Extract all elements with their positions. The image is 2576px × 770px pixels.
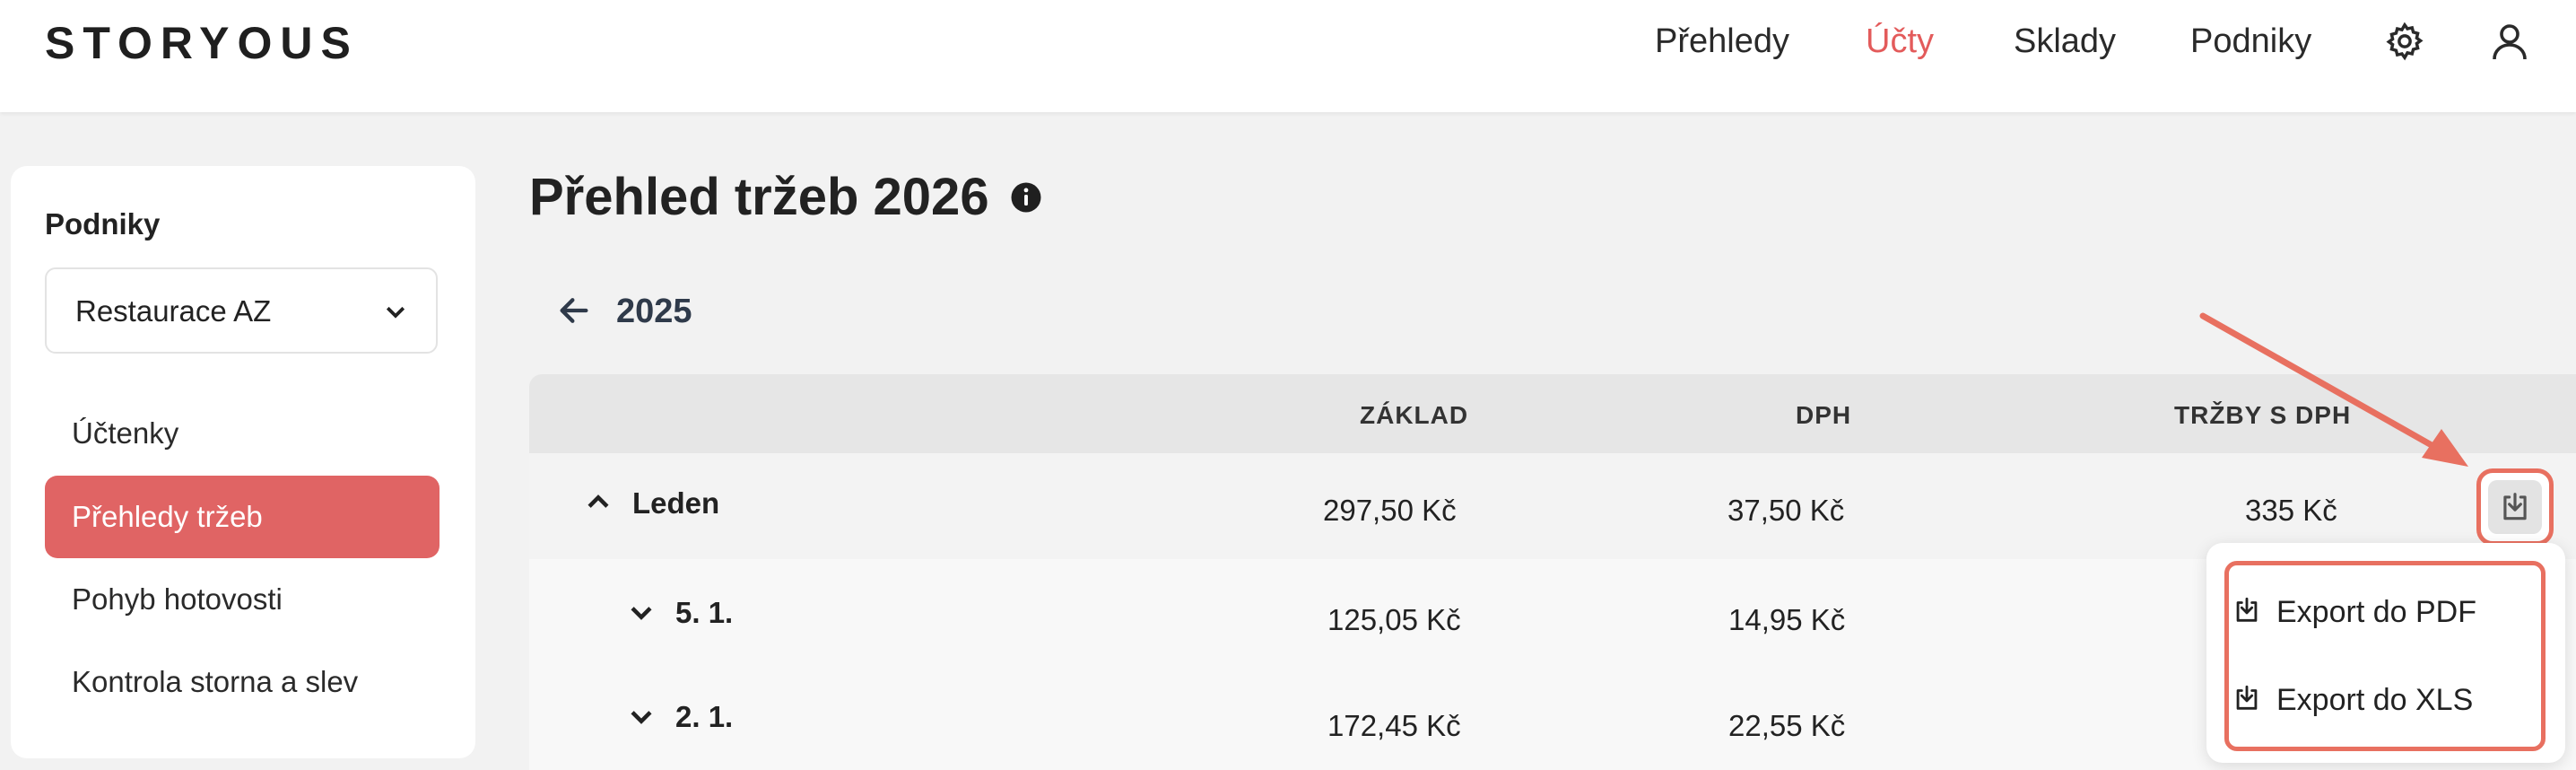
nav-item-podniky[interactable]: Podniky — [2190, 20, 2311, 63]
logo[interactable]: STORYOUS — [45, 16, 359, 70]
prev-year-label[interactable]: 2025 — [616, 289, 692, 334]
venue-select-value: Restaurace AZ — [75, 294, 272, 328]
gear-icon[interactable] — [2380, 16, 2430, 66]
download-icon — [2488, 480, 2542, 534]
nav-item-sklady[interactable]: Sklady — [2014, 20, 2116, 63]
chevron-up-icon[interactable] — [583, 487, 614, 522]
chevron-down-icon[interactable] — [626, 701, 657, 736]
row-label: 5. 1. — [675, 596, 734, 629]
sidebar-item-uctenky[interactable]: Účtenky — [45, 392, 439, 475]
download-icon — [2232, 595, 2262, 630]
chevron-down-icon[interactable] — [626, 597, 657, 632]
sidebar: Podniky Restaurace AZ Účtenky Přehledy t… — [11, 166, 475, 758]
row-label: 2. 1. — [675, 700, 734, 733]
page-title: Přehled tržeb 2026 — [529, 168, 989, 226]
user-icon[interactable] — [2485, 16, 2535, 66]
cell-base: 297,50 Kč — [1323, 494, 1457, 527]
export-xls-option[interactable]: Export do XLS — [2232, 673, 2473, 727]
nav-item-ucty[interactable]: Účty — [1866, 20, 1934, 63]
arrow-left-icon — [556, 293, 592, 333]
download-button[interactable] — [2476, 468, 2554, 546]
cell-base: 125,05 Kč — [1327, 603, 1461, 636]
info-icon[interactable] — [1010, 181, 1042, 214]
export-pdf-label: Export do PDF — [2276, 594, 2476, 629]
export-xls-label: Export do XLS — [2276, 682, 2474, 717]
column-header-base: ZÁKLAD — [1360, 401, 1469, 429]
column-header-total: TRŽBY S DPH — [2174, 401, 2352, 429]
table-header: ZÁKLAD DPH TRŽBY S DPH — [529, 374, 2576, 453]
chevron-down-icon — [382, 298, 409, 329]
sidebar-item-prehledy-trzeb[interactable]: Přehledy tržeb — [45, 476, 439, 558]
prev-year-button[interactable] — [556, 287, 592, 337]
sidebar-item-kontrola-storna[interactable]: Kontrola storna a slev — [45, 641, 439, 723]
cell-base: 172,45 Kč — [1327, 709, 1461, 742]
export-dropdown: Export do PDF Export do XLS — [2206, 543, 2565, 763]
export-pdf-option[interactable]: Export do PDF — [2232, 585, 2476, 639]
cell-vat: 22,55 Kč — [1728, 709, 1846, 742]
cell-total: 335 Kč — [2245, 494, 2337, 527]
nav-item-prehledy[interactable]: Přehledy — [1655, 20, 1789, 63]
venue-select[interactable]: Restaurace AZ — [45, 267, 438, 354]
sidebar-title: Podniky — [45, 207, 161, 241]
cell-vat: 37,50 Kč — [1727, 494, 1845, 527]
row-label: Leden — [632, 486, 720, 520]
sidebar-item-pohyb-hotovosti[interactable]: Pohyb hotovosti — [45, 558, 439, 641]
download-icon — [2232, 683, 2262, 718]
top-bar: STORYOUS Přehledy Účty Sklady Podniky — [0, 0, 2576, 112]
column-header-vat: DPH — [1796, 401, 1852, 429]
cell-vat: 14,95 Kč — [1728, 603, 1846, 636]
